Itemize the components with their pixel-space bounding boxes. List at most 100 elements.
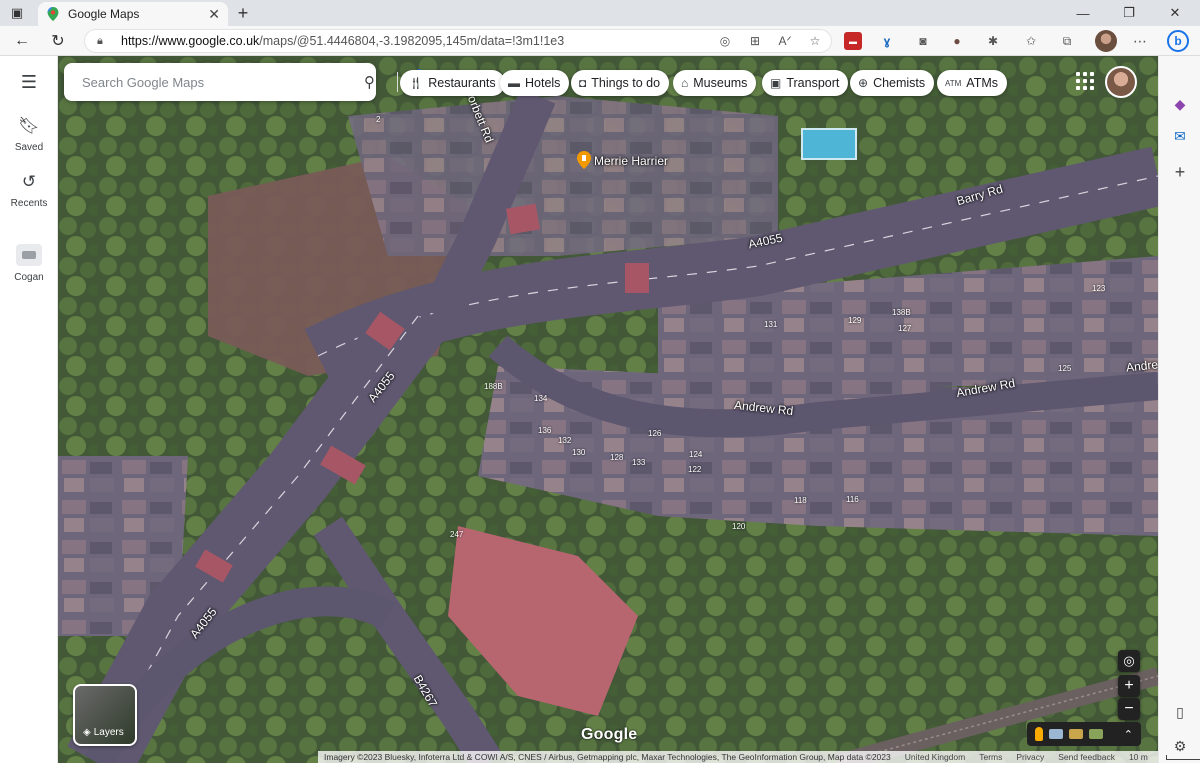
chip-label: Museums bbox=[693, 76, 748, 90]
house-number: 133 bbox=[632, 458, 646, 467]
footer-link-region[interactable]: United Kingdom bbox=[905, 752, 965, 762]
chip-label: Transport bbox=[786, 76, 840, 90]
collections-icon[interactable]: ⧉ bbox=[1058, 32, 1076, 50]
app-available-icon[interactable]: ⊞ bbox=[746, 32, 764, 50]
layers-label: Layers bbox=[93, 727, 124, 738]
screenshot-icon[interactable]: ◙ bbox=[914, 32, 932, 50]
scale-label: 10 m bbox=[1128, 752, 1148, 762]
extension-red-icon[interactable]: ▬ bbox=[844, 32, 862, 50]
chip-label: Things to do bbox=[591, 76, 661, 90]
map-footer: Imagery ©2023 Bluesky, Infoterra Ltd & C… bbox=[318, 751, 1200, 763]
imagery-thumbnail[interactable] bbox=[1069, 729, 1083, 739]
poi-pin-icon[interactable] bbox=[577, 151, 591, 169]
chip-chemists[interactable]: ⊕ Chemists bbox=[850, 70, 935, 96]
browser-tab[interactable]: Google Maps ✕ bbox=[38, 2, 228, 26]
location-icon[interactable]: ◎ bbox=[716, 32, 734, 50]
window-close-icon[interactable]: ✕ bbox=[1152, 0, 1198, 26]
maximize-icon[interactable]: ❐ bbox=[1106, 0, 1152, 26]
house-number: 136 bbox=[538, 426, 552, 435]
house-number: 131 bbox=[764, 320, 778, 329]
chip-label: Hotels bbox=[525, 76, 561, 90]
search-box: ⚲ ➜ bbox=[64, 63, 434, 101]
house-number: 125 bbox=[1058, 364, 1072, 373]
chip-restaurants[interactable]: 🍴︎ Restaurants bbox=[400, 70, 505, 96]
rail-saved-label: Saved bbox=[14, 142, 44, 153]
history-icon: ↺ bbox=[21, 172, 37, 191]
more-options-icon[interactable]: ⋯ bbox=[1131, 32, 1149, 50]
footer-link-feedback[interactable]: Send feedback bbox=[1058, 752, 1115, 762]
search-icon[interactable]: ⚲ bbox=[364, 73, 375, 91]
layers-icon: ◈ bbox=[83, 727, 91, 738]
chip-hotels[interactable]: ▬ Hotels bbox=[500, 70, 570, 96]
my-location-icon[interactable]: ◎ bbox=[1118, 650, 1140, 672]
new-tab-icon[interactable]: + bbox=[233, 3, 253, 24]
footer-link-terms[interactable]: Terms bbox=[979, 752, 1002, 762]
chip-label: Restaurants bbox=[428, 76, 496, 90]
house-number: 122 bbox=[688, 465, 702, 474]
expand-up-icon[interactable]: ⌃ bbox=[1124, 728, 1133, 741]
url-host: https://www.google.co.uk bbox=[121, 34, 260, 48]
house-number: 2 bbox=[376, 115, 381, 124]
back-icon[interactable]: ← bbox=[10, 30, 34, 52]
maps-left-rail: ☰ 🔖︎ Saved ↺ Recents Cogan bbox=[0, 56, 58, 763]
imagery-thumbnail[interactable] bbox=[1049, 729, 1063, 739]
imagery-attribution: Imagery ©2023 Bluesky, Infoterra Ltd & C… bbox=[324, 752, 891, 762]
read-aloud-icon[interactable]: Aᐟ bbox=[776, 32, 794, 50]
outlook-icon[interactable]: ✉ bbox=[1170, 126, 1190, 146]
add-sidebar-app-icon[interactable]: + bbox=[1170, 162, 1190, 182]
chip-transport[interactable]: ▣ Transport bbox=[762, 70, 849, 96]
bookmark-icon: 🔖︎ bbox=[18, 116, 40, 135]
cookie-extension-icon[interactable]: ● bbox=[948, 32, 966, 50]
extensions-icon[interactable]: ✱ bbox=[984, 32, 1002, 50]
atm-icon: ATM bbox=[945, 78, 962, 88]
menu-icon[interactable]: ☰ bbox=[0, 72, 58, 93]
rail-cogan[interactable]: Cogan bbox=[0, 244, 58, 283]
tab-close-icon[interactable]: ✕ bbox=[208, 6, 220, 23]
house-number: 126 bbox=[648, 429, 662, 438]
house-number: 130 bbox=[572, 448, 586, 457]
house-number: 138B bbox=[892, 308, 911, 317]
house-number: 118 bbox=[794, 496, 807, 505]
street-view-control[interactable]: ⌃ bbox=[1027, 722, 1141, 746]
chip-label: ATMs bbox=[966, 76, 999, 90]
search-input[interactable] bbox=[82, 74, 292, 90]
footer-link-privacy[interactable]: Privacy bbox=[1016, 752, 1044, 762]
museum-icon: ⌂ bbox=[681, 76, 689, 90]
refresh-icon[interactable]: ↻ bbox=[46, 30, 70, 52]
scale-indicator[interactable]: 10 m bbox=[1129, 752, 1200, 762]
pegman-icon[interactable] bbox=[1035, 727, 1043, 741]
zoom-in-button[interactable]: + bbox=[1118, 675, 1140, 697]
house-number: 124 bbox=[689, 450, 703, 459]
pharmacy-icon: ⊕ bbox=[858, 76, 869, 90]
add-favorite-icon[interactable]: ☆ bbox=[806, 32, 824, 50]
house-number: 116 bbox=[846, 495, 859, 504]
favorites-icon[interactable]: ✩ bbox=[1022, 32, 1040, 50]
poi-label[interactable]: Merrie Harrier bbox=[594, 154, 668, 168]
layers-button[interactable]: ◈ Layers bbox=[73, 684, 137, 746]
extension-blue-icon[interactable]: ɣ bbox=[878, 32, 896, 50]
minimize-icon[interactable]: — bbox=[1060, 0, 1106, 26]
browser-toolbar: ← ↻ 🔒︎ https://www.google.co.uk/maps/@51… bbox=[0, 26, 1200, 56]
copilot-sidebar-icon[interactable]: ◆ bbox=[1170, 94, 1190, 114]
browser-profile-avatar[interactable] bbox=[1095, 30, 1117, 52]
browser-tab-bar: ▣ Google Maps ✕ + — ❐ ✕ bbox=[0, 0, 1200, 26]
camera-icon: ◘ bbox=[579, 76, 587, 90]
rail-saved[interactable]: 🔖︎ Saved bbox=[0, 116, 58, 153]
chip-things-to-do[interactable]: ◘ Things to do bbox=[571, 70, 670, 96]
rail-recents[interactable]: ↺ Recents bbox=[0, 172, 58, 209]
tab-title: Google Maps bbox=[68, 7, 140, 21]
copilot-icon[interactable]: b bbox=[1167, 30, 1189, 52]
google-apps-icon[interactable] bbox=[1076, 72, 1094, 90]
account-avatar[interactable] bbox=[1105, 66, 1137, 98]
chip-atms[interactable]: ATM ATMs bbox=[937, 70, 1008, 96]
rail-recents-label: Recents bbox=[10, 198, 48, 209]
hide-sidebar-icon[interactable]: ▯ bbox=[1170, 702, 1190, 722]
chip-museums[interactable]: ⌂ Museums bbox=[673, 70, 757, 96]
imagery-thumbnail[interactable] bbox=[1089, 729, 1103, 739]
zoom-out-button[interactable]: − bbox=[1118, 698, 1140, 720]
house-number: 132 bbox=[558, 436, 572, 445]
bus-icon: ▣ bbox=[770, 76, 782, 90]
tab-actions-icon[interactable]: ▣ bbox=[0, 0, 34, 26]
scale-bar bbox=[1165, 754, 1200, 760]
house-number: 247 bbox=[450, 530, 464, 539]
